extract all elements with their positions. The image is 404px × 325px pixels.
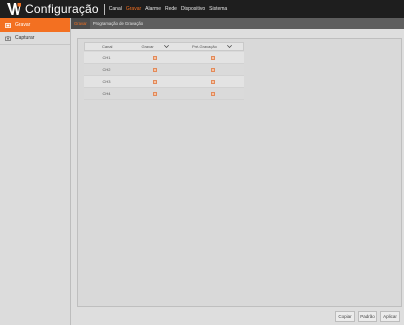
- column-header-pre[interactable]: Pré-Gravação: [181, 44, 243, 49]
- sidebar-item-gravar[interactable]: Gravar: [0, 18, 70, 32]
- subtab-programacao[interactable]: Programação de Gravação: [90, 18, 146, 29]
- apply-button[interactable]: Aplicar: [380, 311, 400, 322]
- chevron-down-icon[interactable]: [163, 45, 169, 48]
- pre-gravacao-checkbox[interactable]: [210, 55, 215, 60]
- column-header-canal: Canal: [101, 44, 113, 49]
- cell-canal: CH4: [102, 91, 111, 96]
- menu-item-gravar[interactable]: Gravar: [126, 6, 141, 12]
- menu-item-alarme[interactable]: Alarme: [145, 6, 161, 12]
- cell-pre: [181, 91, 244, 96]
- cell-gravar: [129, 91, 181, 96]
- gravar-checkbox[interactable]: [153, 79, 157, 84]
- default-button[interactable]: Padrão: [358, 311, 377, 322]
- table-row: CH1: [84, 52, 244, 64]
- pre-gravacao-checkbox[interactable]: [210, 67, 215, 72]
- table-body: CH1 CH2 CH3 CH4: [84, 52, 244, 100]
- cell-pre: [181, 67, 244, 72]
- main-menu: Canal Gravar Alarme Rede Dispositivo Sis…: [109, 6, 231, 12]
- camera-icon: [5, 35, 11, 41]
- table-row: CH4: [84, 88, 244, 100]
- cell-canal: CH3: [102, 79, 111, 84]
- column-header-pre-label: Pré-Gravação: [191, 44, 217, 49]
- cell-pre: [181, 79, 244, 84]
- cell-gravar: [129, 55, 181, 60]
- cell-gravar: [129, 67, 181, 72]
- record-table-panel: Canal Gravar Pré-Gravação CH1 CH2 CH3 CH…: [77, 38, 402, 307]
- gravar-checkbox[interactable]: [153, 91, 157, 96]
- pre-gravacao-checkbox[interactable]: [210, 79, 215, 84]
- column-header-gravar[interactable]: Gravar: [129, 44, 180, 49]
- sidebar-item-label: Gravar: [15, 22, 31, 28]
- pre-gravacao-checkbox[interactable]: [210, 91, 215, 96]
- subtab-bar: Gravar Programação de Gravação: [71, 18, 404, 29]
- app-title: Configuração: [25, 2, 99, 16]
- brand-logo-icon: [7, 3, 21, 15]
- menu-item-canal[interactable]: Canal: [109, 6, 122, 12]
- brand-logo: [0, 0, 21, 18]
- gravar-checkbox[interactable]: [153, 67, 157, 72]
- cell-pre: [181, 55, 244, 60]
- copy-button[interactable]: Copiar: [335, 311, 355, 322]
- sidebar-item-capturar[interactable]: Capturar: [0, 32, 70, 45]
- menu-item-sistema[interactable]: Sistema: [209, 6, 227, 12]
- table-row: CH2: [84, 64, 244, 76]
- menu-item-rede[interactable]: Rede: [165, 6, 177, 12]
- table-header: Canal Gravar Pré-Gravação: [84, 42, 244, 51]
- topbar-divider: [103, 3, 105, 15]
- chevron-down-icon[interactable]: [226, 45, 232, 48]
- column-header-gravar-label: Gravar: [141, 44, 154, 49]
- cell-gravar: [129, 79, 181, 84]
- cell-canal: CH2: [102, 67, 111, 72]
- subtab-gravar[interactable]: Gravar: [71, 18, 90, 29]
- cell-canal: CH1: [102, 55, 111, 60]
- main-content: Canal Gravar Pré-Gravação CH1 CH2 CH3 CH…: [71, 29, 404, 325]
- table-row: CH3: [84, 76, 244, 88]
- footer-actions: Copiar Padrão Aplicar: [71, 309, 404, 325]
- sidebar-item-label: Capturar: [15, 35, 35, 41]
- sidebar: Gravar Capturar: [0, 18, 71, 325]
- top-bar: Configuração Canal Gravar Alarme Rede Di…: [0, 0, 404, 18]
- record-icon: [5, 22, 11, 28]
- menu-item-dispositivo[interactable]: Dispositivo: [181, 6, 205, 12]
- gravar-checkbox[interactable]: [153, 55, 157, 60]
